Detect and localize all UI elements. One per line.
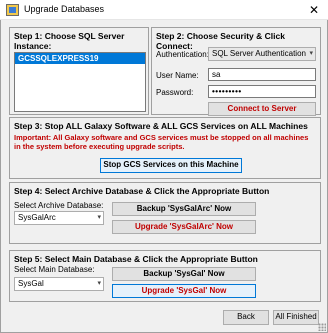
title-bar: Upgrade Databases ✕ [0,0,328,20]
password-label: Password: [156,88,194,97]
username-label: User Name: [156,71,199,80]
sql-instance-list[interactable]: GCSSQLEXPRESS19 [14,52,146,112]
step3-title: Step 3: Stop ALL Galaxy Software & ALL G… [14,121,308,131]
resize-grip[interactable] [318,323,326,331]
password-field[interactable]: ••••••••• [208,85,316,98]
authentication-select[interactable]: SQL Server Authentication ▾ [208,47,316,61]
stop-services-button[interactable]: Stop GCS Services on this Machine [100,158,242,173]
chevron-down-icon: ▾ [97,280,101,287]
list-item[interactable]: GCSSQLEXPRESS19 [15,53,145,64]
step1-panel: Step 1: Choose SQL Server Instance: GCSS… [9,27,149,115]
upgrade-archive-button[interactable]: Upgrade 'SysGalArc' Now [112,220,256,234]
connect-button[interactable]: Connect to Server [208,102,316,116]
step5-title: Step 5: Select Main Database & Click the… [14,254,258,264]
back-button[interactable]: Back [223,310,269,325]
backup-main-button[interactable]: Backup 'SysGal' Now [112,267,256,281]
main-db-label: Select Main Database: [14,265,95,274]
app-icon [6,4,19,16]
dialog-body: Step 1: Choose SQL Server Instance: GCSS… [0,20,328,333]
step5-panel: Step 5: Select Main Database & Click the… [9,250,321,302]
archive-db-select[interactable]: SysGalArc ▾ [14,211,104,225]
warning-text: Important: All Galaxy software and GCS s… [14,133,309,151]
close-icon[interactable]: ✕ [300,0,328,20]
archive-db-label: Select Archive Database: [14,201,104,210]
username-field[interactable]: sa [208,68,316,81]
authentication-label: Authentication: [156,50,209,59]
upgrade-main-button[interactable]: Upgrade 'SysGal' Now [112,284,256,298]
authentication-value: SQL Server Authentication [212,49,306,58]
window-title: Upgrade Databases [24,4,105,14]
step3-panel: Step 3: Stop ALL Galaxy Software & ALL G… [9,117,321,179]
step4-title: Step 4: Select Archive Database & Click … [14,186,270,196]
main-db-value: SysGal [18,279,44,288]
main-db-select[interactable]: SysGal ▾ [14,277,104,291]
chevron-down-icon: ▾ [309,50,313,57]
step2-panel: Step 2: Choose Security & Click Connect:… [151,27,321,116]
backup-archive-button[interactable]: Backup 'SysGalArc' Now [112,202,256,216]
step1-title: Step 1: Choose SQL Server Instance: [14,31,125,51]
chevron-down-icon: ▾ [97,214,101,221]
all-finished-button[interactable]: All Finished [273,310,319,325]
step4-panel: Step 4: Select Archive Database & Click … [9,182,321,244]
archive-db-value: SysGalArc [18,213,56,222]
